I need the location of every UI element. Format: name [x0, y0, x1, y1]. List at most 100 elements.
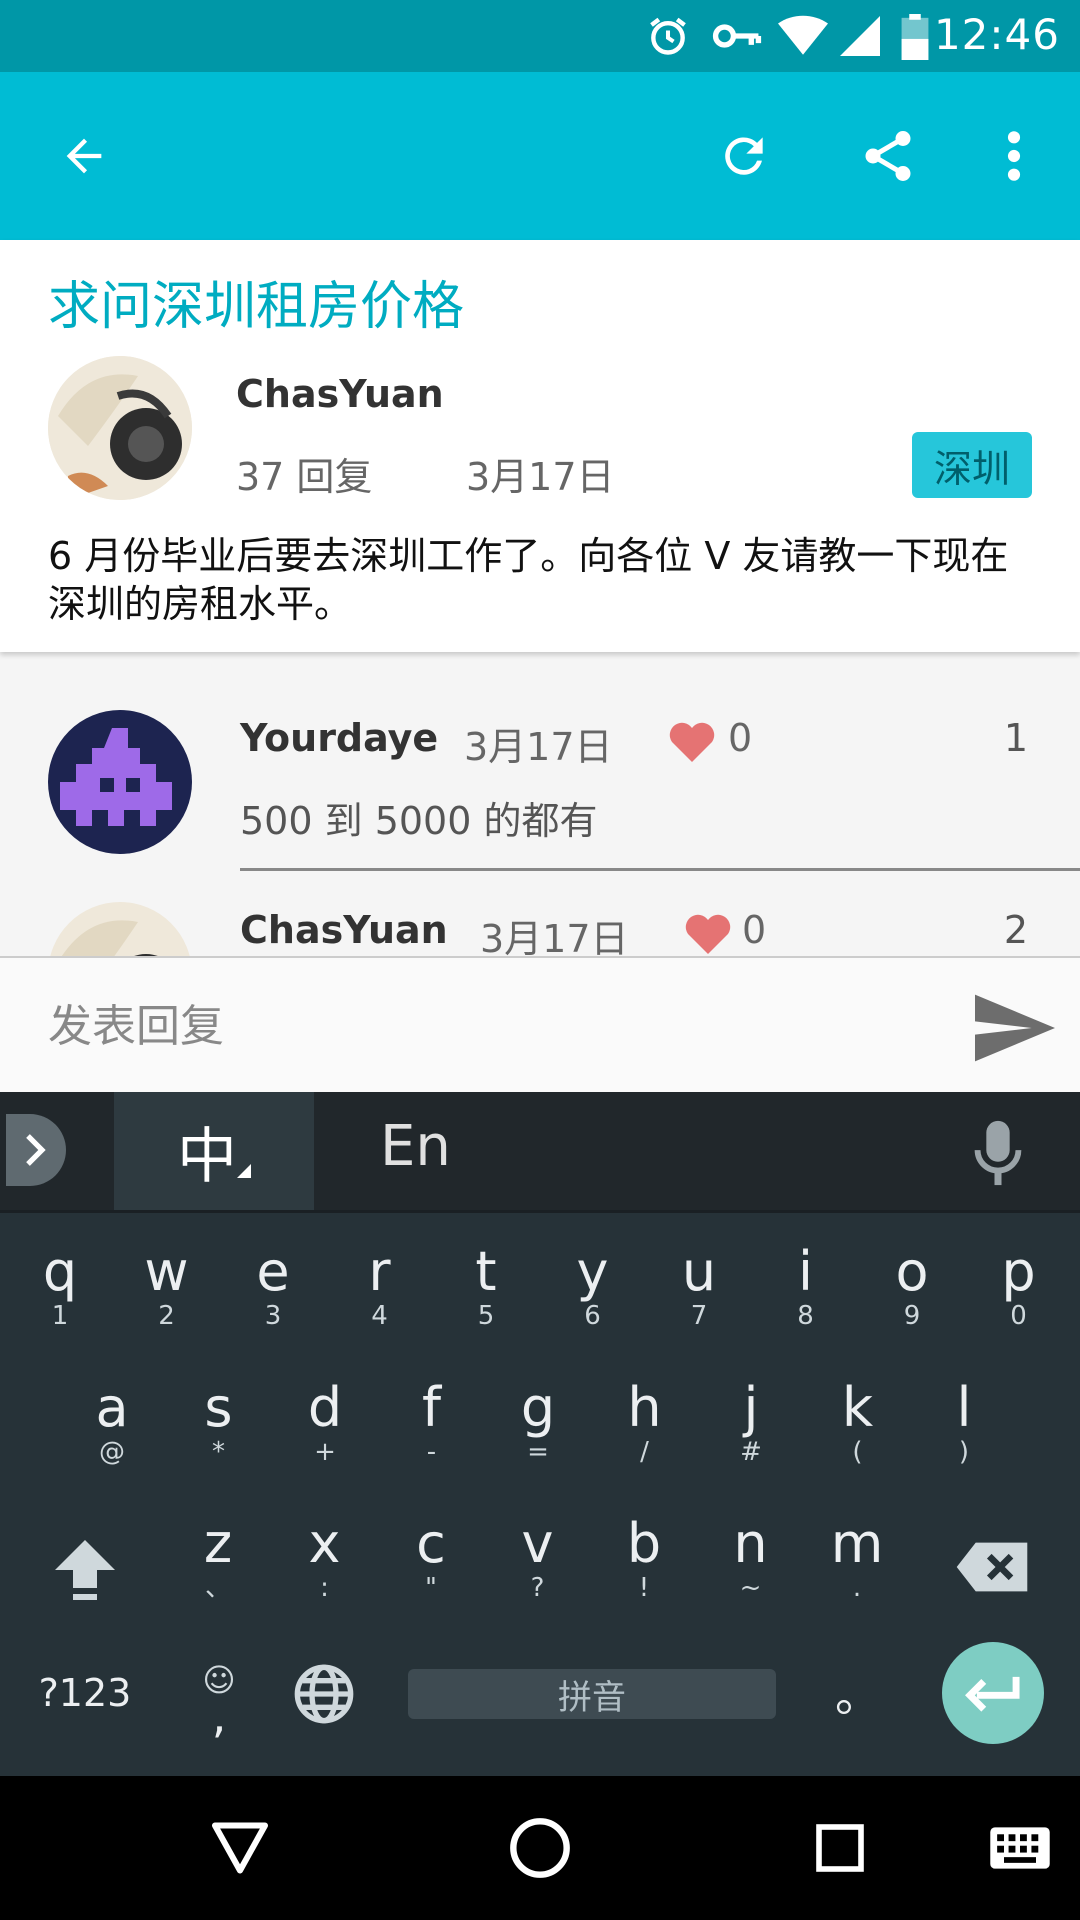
clock: 12:46 — [933, 10, 1060, 59]
reply-author[interactable]: Yourdaye — [240, 716, 438, 760]
english-input-mode[interactable]: En — [380, 1114, 451, 1179]
battery-icon — [901, 14, 929, 60]
reply-date: 3月17日 — [464, 725, 613, 769]
key-letter: j — [743, 1376, 759, 1439]
key-secondary: 3 — [264, 1301, 282, 1331]
nav-back-button[interactable] — [200, 1812, 280, 1884]
key-secondary: 8 — [797, 1301, 814, 1331]
key-l[interactable]: l) — [914, 1360, 1014, 1480]
key-q[interactable]: q1 — [10, 1224, 110, 1344]
reply-count: 37 回复 — [236, 455, 373, 499]
period-key[interactable]: 。 — [818, 1652, 898, 1732]
key-x[interactable]: x: — [275, 1496, 375, 1616]
key-n[interactable]: n ~ — [701, 1496, 801, 1616]
key-secondary: 2 — [158, 1301, 175, 1331]
key-v[interactable]: v? — [488, 1496, 588, 1616]
emoji-comma-key[interactable]: ☺ , — [186, 1652, 252, 1742]
key-a[interactable]: a @ — [62, 1360, 162, 1480]
key-letter: l — [956, 1376, 972, 1439]
send-icon — [975, 994, 1055, 1062]
key-s[interactable]: s * — [169, 1360, 269, 1480]
key-h[interactable]: h / — [595, 1360, 695, 1480]
key-d[interactable]: d + — [275, 1360, 375, 1480]
key-m[interactable]: m. — [807, 1496, 907, 1616]
refresh-button[interactable] — [704, 116, 784, 196]
key-secondary: ~ — [739, 1573, 762, 1603]
shift-key[interactable] — [40, 1512, 130, 1622]
reply-avatar[interactable] — [48, 902, 192, 956]
reply-likes: 0 — [728, 716, 753, 760]
key-t[interactable]: t5 — [436, 1224, 536, 1344]
key-letter: z — [203, 1512, 233, 1575]
key-letter: b — [626, 1512, 662, 1575]
reply-avatar[interactable] — [48, 710, 192, 854]
reply-compose-bar — [0, 956, 1080, 1092]
key-f[interactable]: f- — [382, 1360, 482, 1480]
symbols-key[interactable]: ?123 — [30, 1658, 140, 1728]
microphone-icon[interactable] — [968, 1118, 1028, 1188]
key-k[interactable]: k( — [808, 1360, 908, 1480]
key-letter: u — [681, 1240, 717, 1303]
language-switch-key[interactable] — [288, 1658, 360, 1730]
backspace-key[interactable] — [952, 1522, 1032, 1612]
key-letter: e — [256, 1240, 290, 1303]
reply-item[interactable]: ChasYuan 3月17日 0 2 — [0, 892, 1080, 956]
key-y[interactable]: y6 — [543, 1224, 643, 1344]
key-i[interactable]: i8 — [756, 1224, 856, 1344]
globe-icon — [294, 1664, 354, 1724]
collapse-toolbar-button[interactable] — [6, 1114, 66, 1186]
key-u[interactable]: u7 — [649, 1224, 749, 1344]
avatar-image — [48, 710, 192, 854]
key-letter: p — [1001, 1240, 1036, 1303]
status-bar: 12:46 — [0, 0, 1080, 72]
nav-keyboard-button[interactable] — [980, 1812, 1060, 1884]
node-tag[interactable]: 深圳 — [912, 432, 1032, 498]
key-letter: r — [368, 1240, 391, 1303]
post-body: 6 月份毕业后要去深圳工作了。向各位 V 友请教一下现在深圳的房租水平。 — [48, 534, 1009, 626]
key-secondary: 6 — [584, 1301, 601, 1331]
key-p[interactable]: p0 — [969, 1224, 1069, 1344]
key-b[interactable]: b! — [594, 1496, 694, 1616]
refresh-icon — [725, 137, 763, 175]
shift-arrow-icon — [55, 1540, 115, 1600]
home-circle-icon — [510, 1818, 570, 1878]
avatar-image — [48, 902, 192, 956]
key-c[interactable]: c " — [381, 1496, 481, 1616]
key-r[interactable]: r4 — [330, 1224, 430, 1344]
more-vert-icon — [1007, 131, 1021, 181]
post-author[interactable]: ChasYuan — [236, 372, 444, 416]
heart-icon[interactable] — [684, 912, 732, 956]
author-avatar[interactable] — [48, 356, 192, 500]
chinese-mode-label: 中 — [177, 1121, 237, 1192]
reply-author[interactable]: ChasYuan — [240, 908, 448, 952]
key-letter: w — [144, 1240, 189, 1303]
heart-icon[interactable] — [668, 720, 716, 764]
key-g[interactable]: g = — [488, 1360, 588, 1480]
key-secondary: 7 — [690, 1301, 708, 1331]
post-title: 求问深圳租房价格 — [48, 277, 465, 337]
reply-date: 3月17日 — [480, 917, 629, 956]
key-letter: v — [521, 1512, 554, 1575]
comma-glyph: , — [211, 1689, 227, 1743]
more-options-button[interactable] — [974, 116, 1054, 196]
reply-item[interactable]: Yourdaye 3月17日 0 1 500 到 5000 的都有 — [0, 700, 1080, 880]
soft-keyboard: 中 En q1w2e3r4t5y6u7i8o9p0 a @ s * d + f - g = h / j #… — [0, 1092, 1080, 1776]
key-e[interactable]: e3 — [223, 1224, 323, 1344]
space-key[interactable]: 拼音 — [408, 1669, 776, 1719]
send-button[interactable] — [970, 988, 1060, 1068]
enter-key[interactable] — [942, 1642, 1044, 1744]
chinese-input-mode[interactable]: 中 — [114, 1092, 314, 1210]
key-secondary: ) — [958, 1437, 970, 1467]
share-button[interactable] — [848, 116, 928, 196]
key-w[interactable]: w2 — [117, 1224, 217, 1344]
back-button[interactable] — [44, 116, 124, 196]
key-o[interactable]: o9 — [862, 1224, 962, 1344]
corner-triangle-icon — [237, 1164, 251, 1178]
key-j[interactable]: j # — [701, 1360, 801, 1480]
key-letter: k — [841, 1376, 874, 1439]
key-letter: d — [307, 1376, 343, 1439]
nav-home-button[interactable] — [500, 1812, 580, 1884]
reply-input[interactable] — [48, 988, 928, 1064]
nav-recents-button[interactable] — [800, 1812, 880, 1884]
key-z[interactable]: z、 — [168, 1496, 268, 1616]
